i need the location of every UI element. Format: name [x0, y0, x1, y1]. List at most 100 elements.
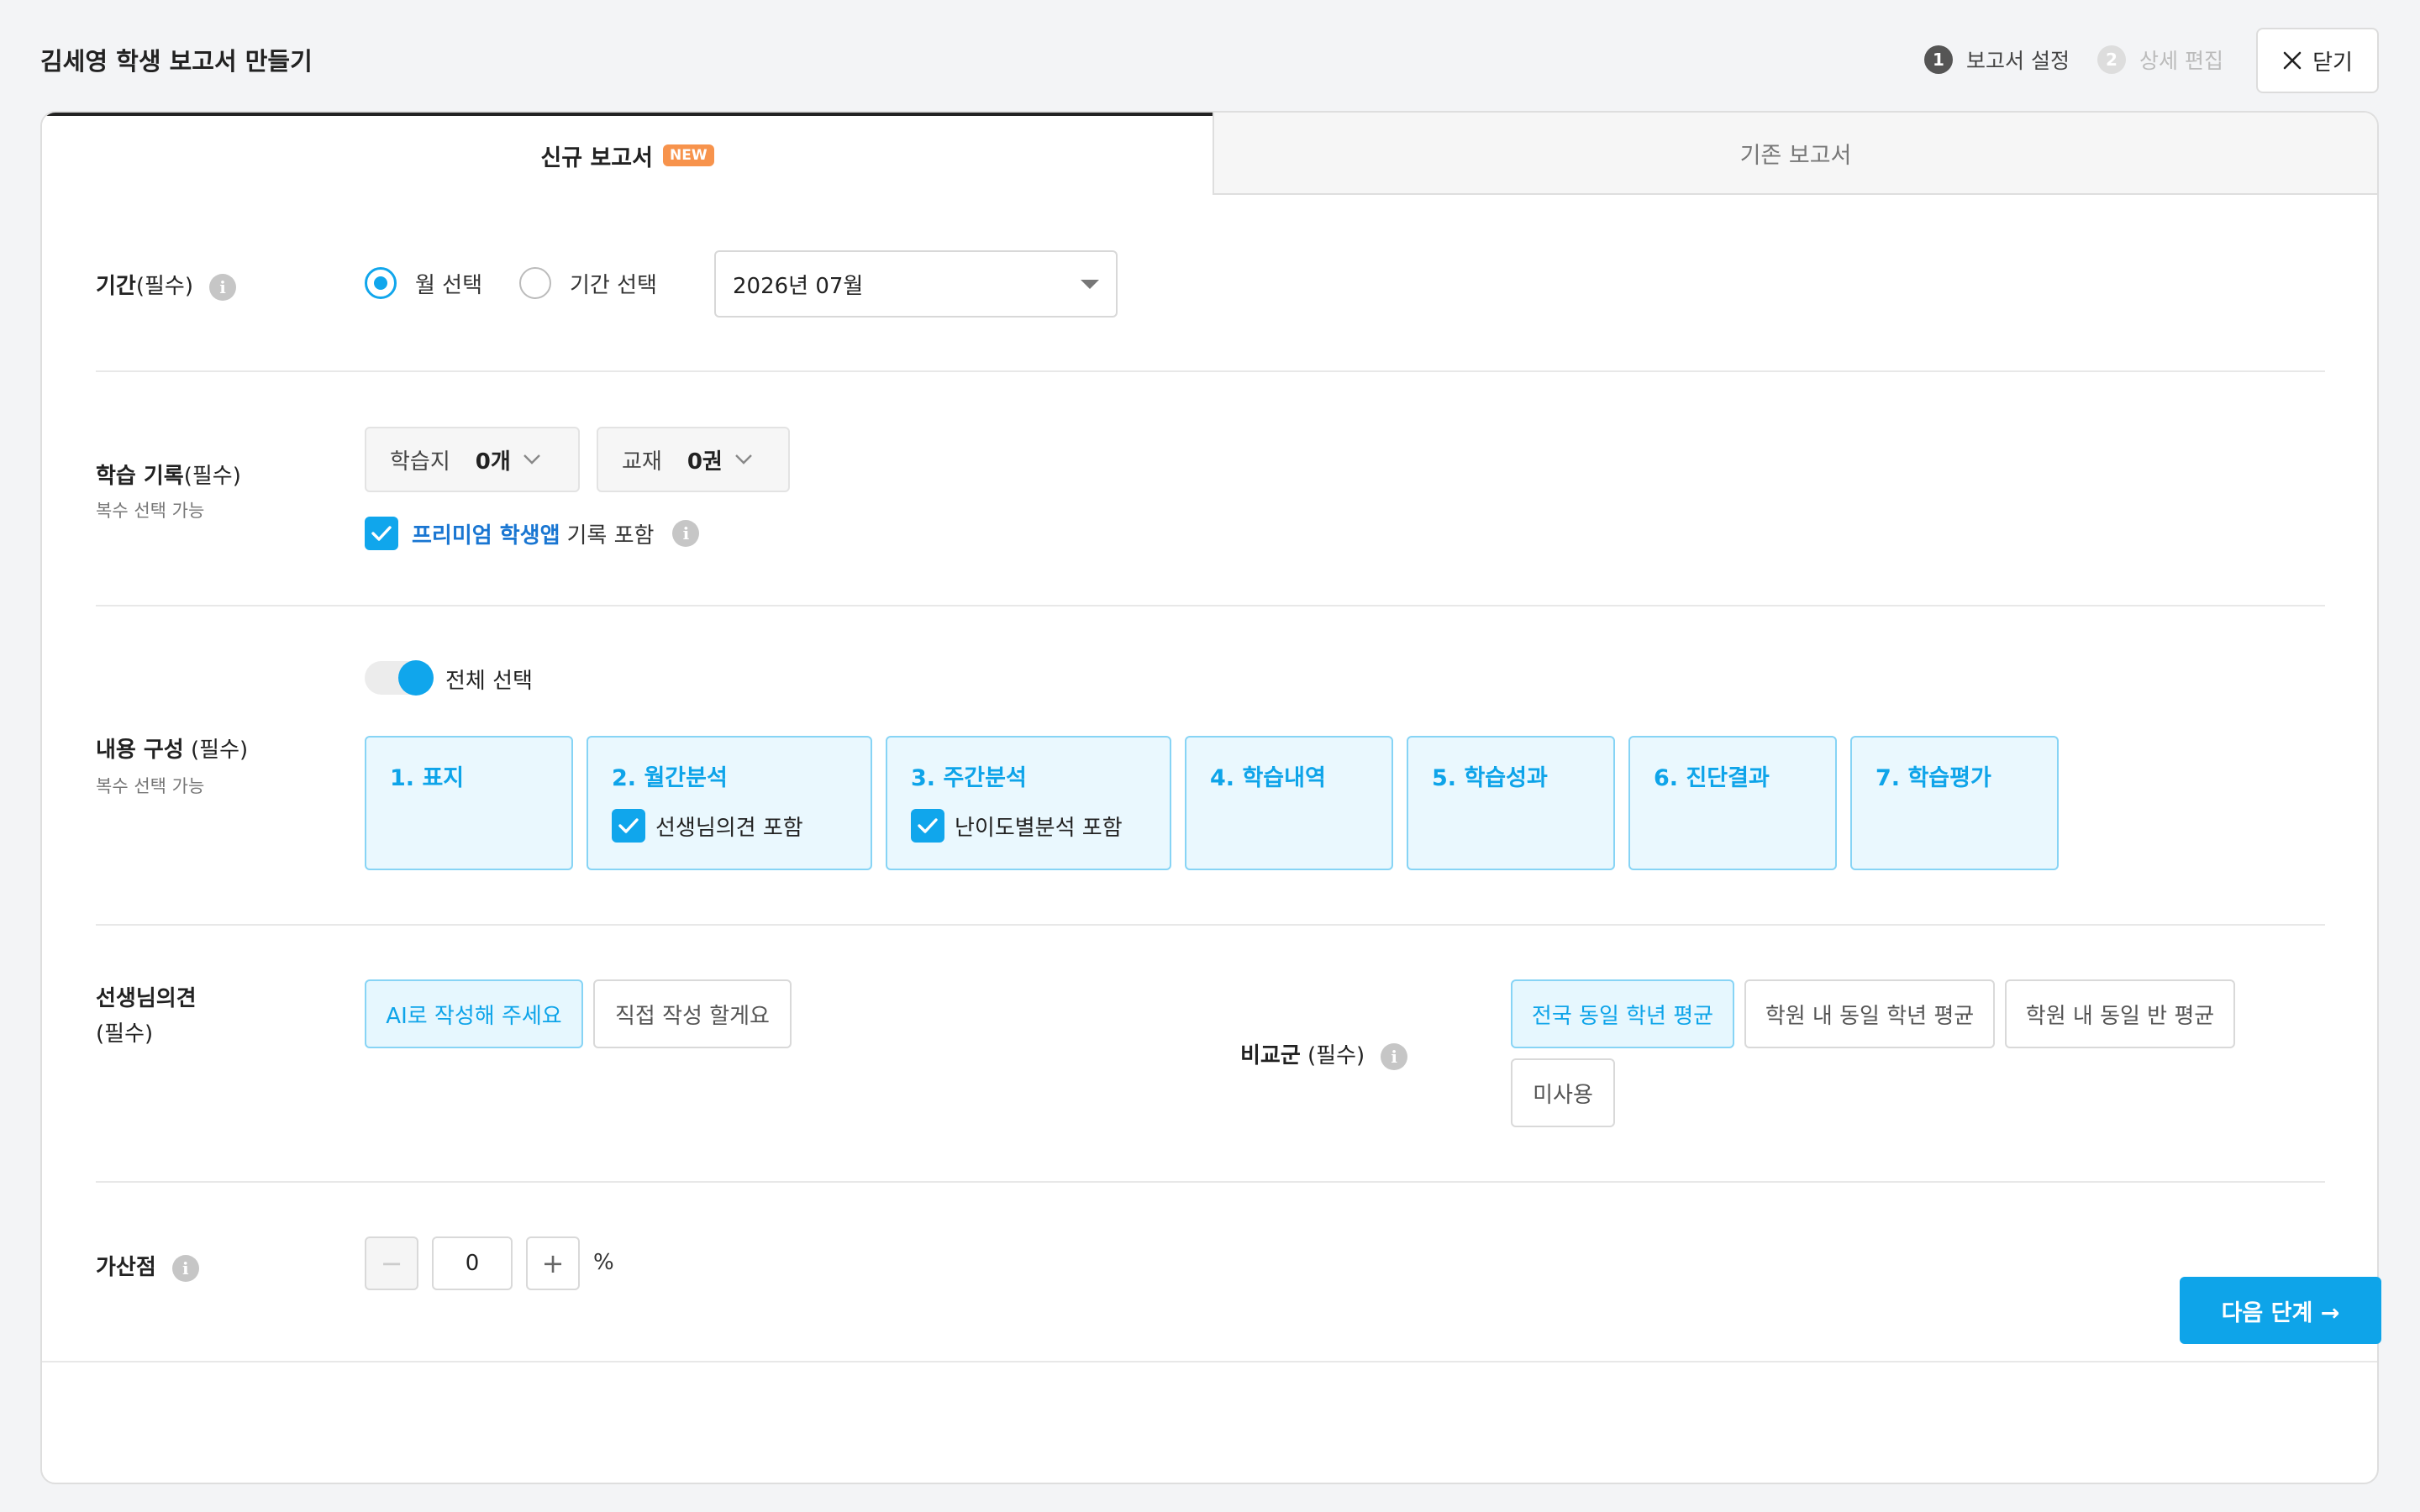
check-icon: [371, 526, 392, 541]
section-divider: [96, 370, 2325, 372]
content-card-title: 3. 주간분석: [911, 765, 1027, 791]
content-card-diagnosis[interactable]: 6. 진단결과: [1628, 736, 1837, 870]
comparison-label: 비교군 (필수) i: [1240, 1038, 1408, 1070]
premium-app-checkbox[interactable]: [365, 517, 398, 550]
footer-divider: [42, 1361, 2377, 1362]
step-number: 2: [2097, 45, 2126, 74]
content-required: (필수): [183, 738, 249, 763]
step-indicator-2: 2 상세 편집: [2097, 45, 2223, 75]
radio-circle-unchecked: [519, 267, 551, 299]
content-card-monthly[interactable]: 2. 월간분석 선생님의견 포함: [587, 736, 872, 870]
comparison-none-button[interactable]: 미사용: [1511, 1058, 1615, 1127]
comparison-required: (필수): [1300, 1043, 1365, 1068]
tab-existing-report[interactable]: 기존 보고서: [1213, 113, 2377, 195]
bonus-label-text: 가산점: [96, 1255, 156, 1280]
difficulty-analysis-checkbox[interactable]: [911, 809, 944, 843]
comparison-national-grade-button[interactable]: 전국 동일 학년 평균: [1511, 979, 1734, 1048]
bonus-label: 가산점 i: [96, 1250, 199, 1282]
toggle-knob: [398, 660, 434, 696]
close-button[interactable]: 닫기: [2256, 28, 2379, 93]
tab-existing-label: 기존 보고서: [1739, 142, 1852, 169]
step-label: 보고서 설정: [1966, 49, 2070, 73]
check-icon: [918, 818, 938, 833]
info-icon[interactable]: i: [171, 1254, 199, 1282]
teacher-opinion-label: 선생님의견 포함: [655, 815, 803, 841]
worksheet-dropdown[interactable]: 학습지 0개: [365, 427, 580, 492]
period-label-text: 기간: [96, 274, 136, 299]
radio-circle-checked: [365, 267, 397, 299]
chevron-down-icon: [523, 454, 540, 465]
step-label: 상세 편집: [2139, 49, 2223, 73]
close-label: 닫기: [2312, 50, 2353, 76]
content-card-evaluation[interactable]: 7. 학습평가: [1850, 736, 2059, 870]
bonus-value-input[interactable]: [432, 1236, 513, 1290]
content-card-title: 1. 표지: [390, 765, 465, 791]
textbook-dropdown[interactable]: 교재 0권: [597, 427, 790, 492]
page-title: 김세영 학생 보고서 만들기: [40, 47, 313, 76]
radio-month-label: 월 선택: [415, 272, 483, 298]
textbook-label: 교재: [622, 449, 662, 475]
content-card-title: 7. 학습평가: [1876, 765, 1991, 791]
content-card-weekly[interactable]: 3. 주간분석 난이도별분석 포함: [886, 736, 1171, 870]
section-divider: [96, 605, 2325, 606]
content-label: 내용 구성 (필수): [96, 732, 248, 764]
chevron-down-icon: [735, 454, 752, 465]
radio-month-select[interactable]: 월 선택: [365, 267, 482, 299]
teacher-opinion-checkbox[interactable]: [612, 809, 645, 843]
worksheet-count: 0개: [475, 449, 511, 475]
check-icon: [618, 818, 639, 833]
info-icon[interactable]: i: [1381, 1042, 1408, 1070]
content-card-title: 2. 월간분석: [612, 765, 728, 791]
info-icon[interactable]: i: [672, 520, 700, 547]
records-required: (필수): [183, 464, 241, 489]
section-divider: [96, 924, 2325, 926]
content-card-history[interactable]: 4. 학습내역: [1185, 736, 1393, 870]
bonus-unit: %: [593, 1250, 614, 1275]
content-card-title: 4. 학습내역: [1210, 765, 1326, 791]
radio-range-label: 기간 선택: [570, 272, 657, 298]
content-card-title: 6. 진단결과: [1654, 765, 1770, 791]
section-divider: [96, 1181, 2325, 1183]
opinion-ai-button[interactable]: AI로 작성해 주세요: [365, 979, 583, 1048]
opinion-manual-button[interactable]: 직접 작성 할게요: [593, 979, 792, 1048]
tab-new-report[interactable]: 신규 보고서 NEW: [42, 113, 1213, 195]
content-label-text: 내용 구성: [96, 738, 184, 763]
difficulty-analysis-option: 난이도별분석 포함: [911, 809, 1146, 843]
content-sub: 복수 선택 가능: [96, 776, 205, 796]
bonus-increment-button[interactable]: +: [526, 1236, 580, 1290]
select-all-toggle[interactable]: [365, 660, 434, 696]
period-required: (필수): [135, 274, 193, 299]
comparison-academy-grade-button[interactable]: 학원 내 동일 학년 평균: [1744, 979, 1995, 1048]
next-step-button[interactable]: 다음 단계 →: [2180, 1277, 2381, 1344]
content-card-cover[interactable]: 1. 표지: [365, 736, 573, 870]
opinion-label: 선생님의견 (필수): [96, 981, 197, 1052]
worksheet-label: 학습지: [390, 449, 450, 475]
step-indicator-1: 1 보고서 설정: [1924, 45, 2070, 75]
records-sub: 복수 선택 가능: [96, 501, 205, 521]
new-badge: NEW: [663, 144, 714, 167]
step-number: 1: [1924, 45, 1953, 74]
content-card-achievement[interactable]: 5. 학습성과: [1407, 736, 1615, 870]
records-label-text: 학습 기록: [96, 464, 184, 489]
difficulty-analysis-label: 난이도별분석 포함: [955, 815, 1123, 841]
records-label: 학습 기록(필수): [96, 459, 241, 490]
period-label: 기간(필수) i: [96, 269, 237, 301]
opinion-label-line1: 선생님의견: [96, 986, 197, 1011]
bonus-decrement-button[interactable]: −: [365, 1236, 418, 1290]
caret-down-icon: [1081, 279, 1099, 289]
teacher-opinion-option: 선생님의견 포함: [612, 809, 847, 843]
month-select-value: 2026년 07월: [733, 273, 864, 299]
textbook-count: 0권: [687, 449, 723, 475]
opinion-label-line2: (필수): [96, 1021, 154, 1047]
month-select-dropdown[interactable]: 2026년 07월: [714, 250, 1118, 318]
close-icon: [2283, 51, 2302, 70]
premium-app-link[interactable]: 프리미엄 학생앱: [412, 518, 560, 549]
tab-new-label: 신규 보고서: [540, 144, 653, 171]
premium-app-label: 기록 포함: [566, 522, 655, 549]
radio-range-select[interactable]: 기간 선택: [519, 267, 657, 299]
comparison-academy-class-button[interactable]: 학원 내 동일 반 평균: [2005, 979, 2235, 1048]
comparison-label-text: 비교군: [1240, 1043, 1301, 1068]
select-all-label: 전체 선택: [445, 669, 533, 694]
info-icon[interactable]: i: [209, 273, 237, 301]
premium-app-option: 프리미엄 학생앱 기록 포함 i: [365, 517, 700, 550]
